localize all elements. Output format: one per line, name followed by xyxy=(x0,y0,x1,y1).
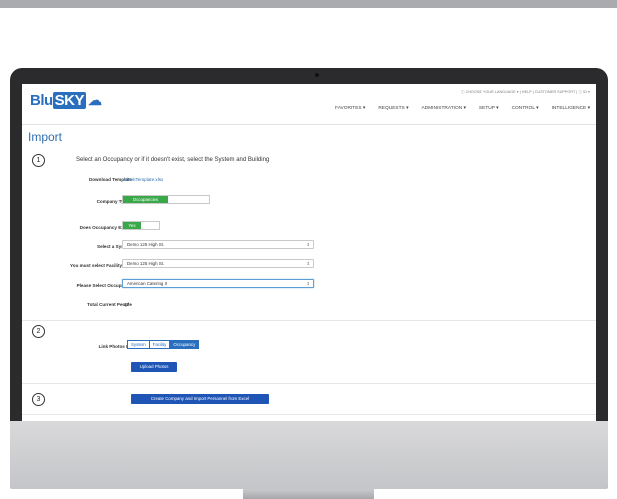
occupancy-exist-value: Yes xyxy=(123,222,141,229)
nav-control[interactable]: CONTROL ▾ xyxy=(512,106,539,111)
company-type-label: Company Type? xyxy=(96,199,132,204)
link-photos-segmented: System Facility Occupancy xyxy=(127,340,200,349)
company-type-toggle[interactable]: Occupancies xyxy=(122,195,210,204)
nav-favorites[interactable]: FAVORITES ▾ xyxy=(335,106,365,111)
step-1-number: 1 xyxy=(32,154,45,167)
link-by-system[interactable]: System xyxy=(127,340,150,349)
facility-select[interactable]: Demo 125 High St. ⇕ xyxy=(122,259,314,268)
total-people-label: Total Current People xyxy=(87,302,132,307)
updown-arrow-icon: ⇕ xyxy=(306,261,310,266)
company-type-value: Occupancies xyxy=(123,196,168,203)
occupancy-select[interactable]: American Catering II ⇕ xyxy=(122,279,314,288)
divider xyxy=(22,320,596,321)
nav-setup[interactable]: SETUP ▾ xyxy=(479,106,499,111)
camera-icon xyxy=(315,73,319,77)
system-select[interactable]: Demo 125 High St. ⇕ xyxy=(122,240,314,249)
app-header: Blu SKY ☁ ⓘ CHOOSE YOUR LANGUAGE ▾ | HELP … xyxy=(22,84,596,125)
divider xyxy=(22,414,596,415)
system-label: Select a System xyxy=(97,244,132,249)
screen: Blu SKY ☁ ⓘ CHOOSE YOUR LANGUAGE ▾ | HELP … xyxy=(22,84,596,421)
bluesky-logo[interactable]: Blu SKY ☁ xyxy=(30,90,102,110)
monitor-stand xyxy=(243,489,374,499)
page-title: Import xyxy=(28,130,63,144)
updown-arrow-icon: ⇕ xyxy=(306,242,310,247)
occupancy-exist-toggle[interactable]: Yes xyxy=(122,221,160,230)
nav-intelligence[interactable]: INTELLIGENCE ▾ xyxy=(552,106,590,111)
download-template-link[interactable]: BlankTemplate.xlsx xyxy=(124,177,163,182)
link-by-facility[interactable]: Facility xyxy=(149,340,171,349)
occupancy-label: Please Select Occupancy xyxy=(76,283,132,288)
monitor-chin xyxy=(10,421,608,489)
updown-arrow-icon: ⇕ xyxy=(306,281,310,286)
link-by-occupancy[interactable]: Occupancy xyxy=(170,340,200,349)
divider xyxy=(22,383,596,384)
step-3-number: 3 xyxy=(32,393,45,406)
occupancy-exist-label: Does Occupancy Exist? xyxy=(79,225,132,230)
step-1-instruction: Select an Occupancy or if it doesn't exi… xyxy=(76,157,270,163)
cloud-icon: ☁ xyxy=(88,91,102,108)
download-template-label: Download Template xyxy=(88,177,132,182)
top-bar xyxy=(0,0,617,8)
facility-label: You must select Facility first xyxy=(70,263,132,268)
link-photos-label: Link Photos By xyxy=(98,344,132,349)
create-company-import-button[interactable]: Create Company and Import Personnel from… xyxy=(131,394,269,404)
main-nav: FAVORITES ▾ REQUESTS ▾ ADMINISTRATION ▾ … xyxy=(335,106,590,111)
nav-requests[interactable]: REQUESTS ▾ xyxy=(378,106,408,111)
utility-links[interactable]: ⓘ CHOOSE YOUR LANGUAGE ▾ | HELP | CUSTOM… xyxy=(461,90,590,95)
upload-photos-button[interactable]: Upload Photos xyxy=(131,362,177,372)
total-people-value: 17 xyxy=(124,302,130,307)
nav-administration[interactable]: ADMINISTRATION ▾ xyxy=(421,106,465,111)
step-2-number: 2 xyxy=(32,325,45,338)
